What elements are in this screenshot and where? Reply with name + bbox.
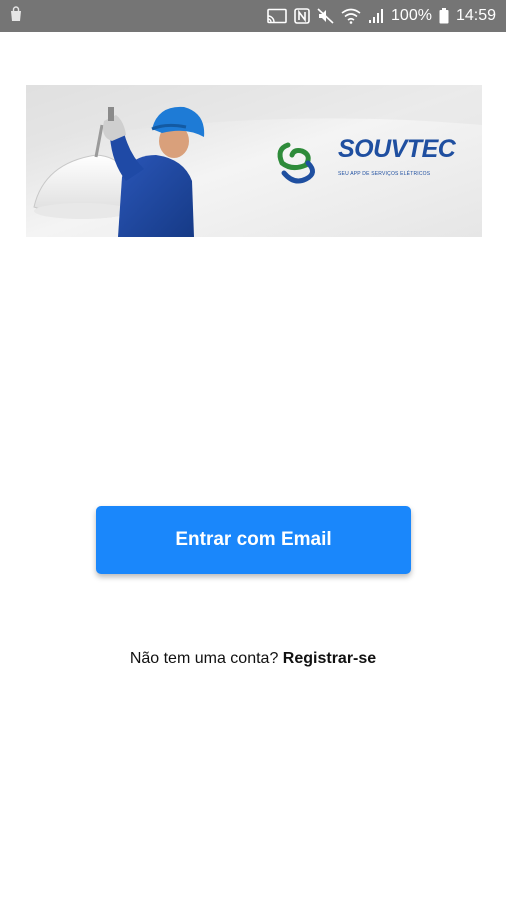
battery-percent: 100% — [391, 7, 432, 24]
cast-icon — [267, 8, 287, 24]
register-prompt: Não tem uma conta? Registrar-se — [0, 650, 506, 668]
brand-tagline: SEU APP DE SERVIÇOS ELÉTRICOS — [338, 171, 431, 177]
mute-icon — [317, 8, 334, 24]
hero-banner: SOUVTEC SEU APP DE SERVIÇOS ELÉTRICOS — [26, 85, 482, 237]
nfc-icon — [294, 8, 310, 24]
status-bar: 100% 14:59 — [0, 0, 506, 32]
register-link[interactable]: Registrar-se — [283, 650, 376, 667]
register-prompt-text: Não tem uma conta? — [129, 650, 279, 667]
battery-icon — [439, 8, 449, 24]
login-with-email-button[interactable]: Entrar com Email — [96, 506, 411, 574]
signal-icon — [368, 8, 384, 24]
wifi-icon — [341, 8, 361, 24]
clock: 14:59 — [455, 7, 496, 24]
bag-icon — [8, 5, 24, 27]
brand-name: SOUVTEC — [338, 135, 456, 163]
